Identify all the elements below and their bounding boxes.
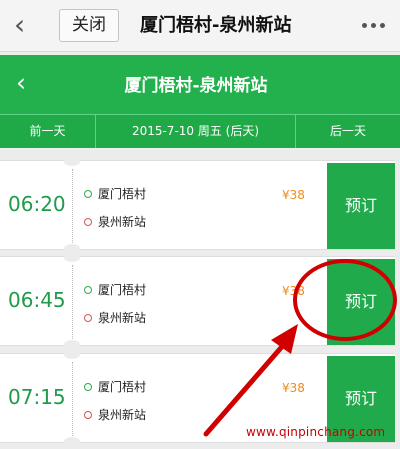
origin-station: 厦门梧村	[84, 279, 224, 301]
origin-name: 厦门梧村	[98, 187, 147, 201]
next-day-button[interactable]: 后一天	[295, 115, 400, 148]
origin-station: 厦门梧村	[84, 183, 224, 205]
destination-circle-icon	[84, 314, 92, 322]
wechat-top-bar: ‹ 关闭 厦门梧村-泉州新站	[0, 0, 400, 52]
current-date[interactable]: 2015-7-10 周五 (后天)	[96, 115, 295, 148]
route-header: ‹ 厦门梧村-泉州新站	[0, 55, 400, 114]
ticket-price: ¥38	[282, 188, 305, 202]
destination-circle-icon	[84, 218, 92, 226]
ticket-price: ¥38	[282, 284, 305, 298]
destination-station: 泉州新站	[84, 307, 224, 329]
ticket-divider	[72, 362, 73, 436]
book-button[interactable]: 预订	[327, 163, 395, 249]
ticket-notch	[64, 350, 80, 359]
page-title: 厦门梧村-泉州新站	[140, 15, 292, 36]
list-item[interactable]: 06:45 厦门梧村 泉州新站 ¥38 预订	[0, 253, 395, 349]
destination-circle-icon	[84, 411, 92, 419]
departure-time: 06:45	[8, 288, 66, 312]
trip-list: 06:20 厦门梧村 泉州新站 ¥38 预订 06:45 厦门梧村 泉州新站 ¥…	[0, 150, 400, 449]
origin-name: 厦门梧村	[98, 380, 147, 394]
ticket-divider	[72, 169, 73, 243]
departure-time: 06:20	[8, 192, 66, 216]
more-dots-icon[interactable]	[360, 14, 388, 38]
previous-day-button[interactable]: 前一天	[0, 115, 96, 148]
book-button[interactable]: 预订	[327, 259, 395, 345]
origin-circle-icon	[84, 383, 92, 391]
destination-name: 泉州新站	[98, 408, 147, 422]
origin-circle-icon	[84, 190, 92, 198]
chevron-left-icon[interactable]: ‹	[14, 10, 44, 42]
destination-station: 泉州新站	[84, 211, 224, 233]
departure-time: 07:15	[8, 385, 66, 409]
ticket-price: ¥38	[282, 381, 305, 395]
route-title: 厦门梧村-泉州新站	[124, 76, 268, 96]
ticket-divider	[72, 265, 73, 339]
destination-name: 泉州新站	[98, 311, 147, 325]
chevron-left-icon[interactable]: ‹	[16, 68, 26, 98]
ticket-notch	[64, 157, 80, 166]
origin-name: 厦门梧村	[98, 283, 147, 297]
origin-circle-icon	[84, 286, 92, 294]
list-item[interactable]: 06:20 厦门梧村 泉州新站 ¥38 预订	[0, 157, 395, 253]
ticket-notch	[64, 253, 80, 262]
ticket-notch	[64, 340, 80, 349]
ticket-notch	[64, 437, 80, 446]
origin-station: 厦门梧村	[84, 376, 224, 398]
date-navigation: 前一天 2015-7-10 周五 (后天) 后一天	[0, 114, 400, 148]
close-button[interactable]: 关闭	[59, 9, 119, 42]
ticket-notch	[64, 244, 80, 253]
destination-name: 泉州新站	[98, 215, 147, 229]
watermark: www.qinpinchang.com	[246, 425, 386, 439]
destination-station: 泉州新站	[84, 404, 224, 426]
